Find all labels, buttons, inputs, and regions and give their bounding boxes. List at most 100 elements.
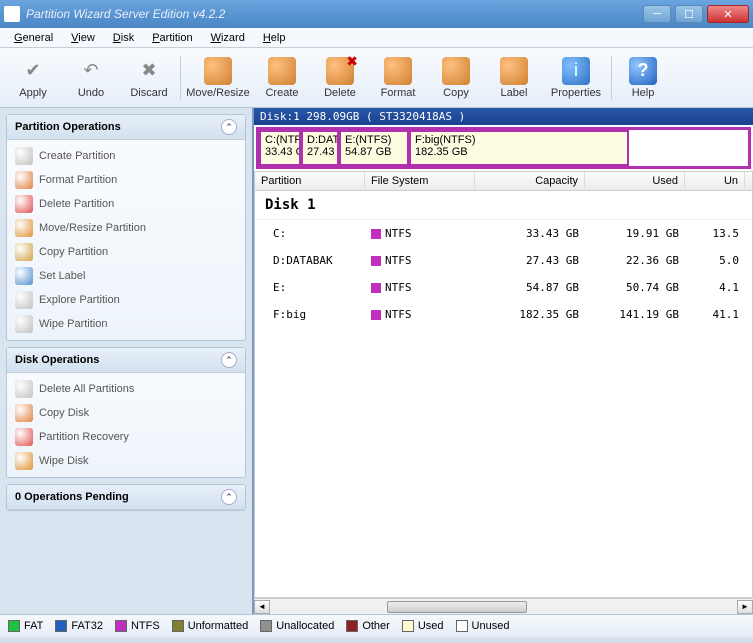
col-used[interactable]: Used: [585, 172, 685, 190]
sidebar-item-label: Format Partition: [39, 174, 117, 186]
menu-help[interactable]: Help: [255, 30, 294, 46]
menu-general[interactable]: General: [6, 30, 61, 46]
partition-table[interactable]: Partition File System Capacity Used Un D…: [254, 171, 753, 598]
horizontal-scrollbar[interactable]: ◄ ►: [254, 598, 753, 614]
col-partition[interactable]: Partition: [255, 172, 365, 190]
legend-item-fat: FAT: [8, 620, 43, 632]
scroll-thumb[interactable]: [387, 601, 527, 613]
panel-title: Disk Operations: [15, 354, 99, 366]
sidebar-item-label: Partition Recovery: [39, 431, 129, 443]
col-unused[interactable]: Un: [685, 172, 745, 190]
copy-icon: [442, 57, 470, 85]
menu-disk[interactable]: Disk: [105, 30, 142, 46]
legend-label: FAT32: [71, 620, 103, 632]
sidebar-item-set-label[interactable]: Set Label: [9, 264, 243, 288]
minimize-button[interactable]: ─: [643, 5, 671, 23]
sidebar-item-wipe-disk[interactable]: Wipe Disk: [9, 449, 243, 473]
titlebar: Partition Wizard Server Edition v4.2.2 ─…: [0, 0, 753, 28]
help-button[interactable]: ?Help: [614, 50, 672, 106]
sidebar-item-delete-all-partitions[interactable]: Delete All Partitions: [9, 377, 243, 401]
disk-icon: [15, 428, 33, 446]
sidebar-item-explore-partition[interactable]: Explore Partition: [9, 288, 243, 312]
legend-item-other: Other: [346, 620, 390, 632]
sidebar-item-delete-partition[interactable]: Delete Partition: [9, 192, 243, 216]
copy-button[interactable]: Copy: [427, 50, 485, 106]
undo-button[interactable]: ↶Undo: [62, 50, 120, 106]
col-capacity[interactable]: Capacity: [475, 172, 585, 190]
menu-partition[interactable]: Partition: [144, 30, 200, 46]
cell-unused: 5.0: [685, 251, 745, 270]
panel-title: Partition Operations: [15, 121, 121, 133]
format-button[interactable]: Format: [369, 50, 427, 106]
legend-item-fat32: FAT32: [55, 620, 103, 632]
table-row[interactable]: E:NTFS54.87 GB50.74 GB4.1: [255, 274, 752, 301]
legend-item-unallocated: Unallocated: [260, 620, 334, 632]
legend-swatch: [456, 620, 468, 632]
disk-icon: [15, 380, 33, 398]
label-button[interactable]: Label: [485, 50, 543, 106]
menu-view[interactable]: View: [63, 30, 103, 46]
cell-unused: 41.1: [685, 305, 745, 324]
col-filesystem[interactable]: File System: [365, 172, 475, 190]
disk-map-partition[interactable]: C:(NTFS33.43 G: [259, 130, 301, 166]
sidebar-item-wipe-partition[interactable]: Wipe Partition: [9, 312, 243, 336]
properties-button[interactable]: iProperties: [543, 50, 609, 106]
legend-swatch: [172, 620, 184, 632]
disk-title[interactable]: Disk 1: [255, 191, 752, 220]
panel-header[interactable]: Partition Operations ⌃: [7, 115, 245, 140]
legend-item-unformatted: Unformatted: [172, 620, 249, 632]
x-icon: ✖: [135, 57, 163, 85]
disk-map-partition[interactable]: E:(NTFS)54.87 GB: [339, 130, 409, 166]
maximize-button[interactable]: ☐: [675, 5, 703, 23]
cell-capacity: 182.35 GB: [475, 305, 585, 324]
scroll-track[interactable]: [270, 600, 737, 614]
delete-button[interactable]: ✖Delete: [311, 50, 369, 106]
sidebar-item-label: Create Partition: [39, 150, 115, 162]
label-icon: [500, 57, 528, 85]
panel-title: 0 Operations Pending: [15, 491, 129, 503]
close-button[interactable]: ✕: [707, 5, 749, 23]
scroll-right-button[interactable]: ►: [737, 600, 753, 614]
disk-icon: [15, 171, 33, 189]
collapse-icon[interactable]: ⌃: [221, 489, 237, 505]
sidebar-item-move-resize-partition[interactable]: Move/Resize Partition: [9, 216, 243, 240]
legend: FATFAT32NTFSUnformattedUnallocatedOtherU…: [0, 614, 753, 636]
legend-label: Unallocated: [276, 620, 334, 632]
table-row[interactable]: C:NTFS33.43 GB19.91 GB13.5: [255, 220, 752, 247]
disk-header: Disk:1 298.09GB ( ST3320418AS ): [254, 108, 753, 125]
disk-map-partition[interactable]: D:DAT27.43: [301, 130, 339, 166]
table-row[interactable]: D:DATABAKNTFS27.43 GB22.36 GB5.0: [255, 247, 752, 274]
table-row[interactable]: F:bigNTFS182.35 GB141.19 GB41.1: [255, 301, 752, 328]
sidebar-item-label: Wipe Disk: [39, 455, 89, 467]
panel-header[interactable]: Disk Operations ⌃: [7, 348, 245, 373]
sidebar: Partition Operations ⌃ Create Partition F…: [0, 108, 252, 614]
ntfs-swatch: [371, 283, 381, 293]
discard-button[interactable]: ✖Discard: [120, 50, 178, 106]
sidebar-item-create-partition[interactable]: Create Partition: [9, 144, 243, 168]
menu-wizard[interactable]: Wizard: [203, 30, 253, 46]
create-button[interactable]: Create: [253, 50, 311, 106]
collapse-icon[interactable]: ⌃: [221, 352, 237, 368]
cell-fs: NTFS: [365, 278, 475, 297]
legend-label: FAT: [24, 620, 43, 632]
cell-partition: E:: [255, 278, 365, 297]
scroll-left-button[interactable]: ◄: [254, 600, 270, 614]
move-resize-button[interactable]: Move/Resize: [183, 50, 253, 106]
cell-fs: NTFS: [365, 305, 475, 324]
sidebar-item-copy-disk[interactable]: Copy Disk: [9, 401, 243, 425]
sidebar-item-copy-partition[interactable]: Copy Partition: [9, 240, 243, 264]
legend-label: Used: [418, 620, 444, 632]
collapse-icon[interactable]: ⌃: [221, 119, 237, 135]
disk-map-partition[interactable]: F:big(NTFS)182.35 GB: [409, 130, 629, 166]
sidebar-item-format-partition[interactable]: Format Partition: [9, 168, 243, 192]
help-icon: ?: [629, 57, 657, 85]
apply-button[interactable]: ✔Apply: [4, 50, 62, 106]
cell-capacity: 27.43 GB: [475, 251, 585, 270]
disk-map-unallocated[interactable]: [629, 130, 748, 166]
panel-header[interactable]: 0 Operations Pending ⌃: [7, 485, 245, 510]
disk-map[interactable]: C:(NTFS33.43 GD:DAT27.43E:(NTFS)54.87 GB…: [256, 127, 751, 169]
sidebar-item-partition-recovery[interactable]: Partition Recovery: [9, 425, 243, 449]
cell-used: 141.19 GB: [585, 305, 685, 324]
cell-capacity: 33.43 GB: [475, 224, 585, 243]
legend-label: Unused: [472, 620, 510, 632]
